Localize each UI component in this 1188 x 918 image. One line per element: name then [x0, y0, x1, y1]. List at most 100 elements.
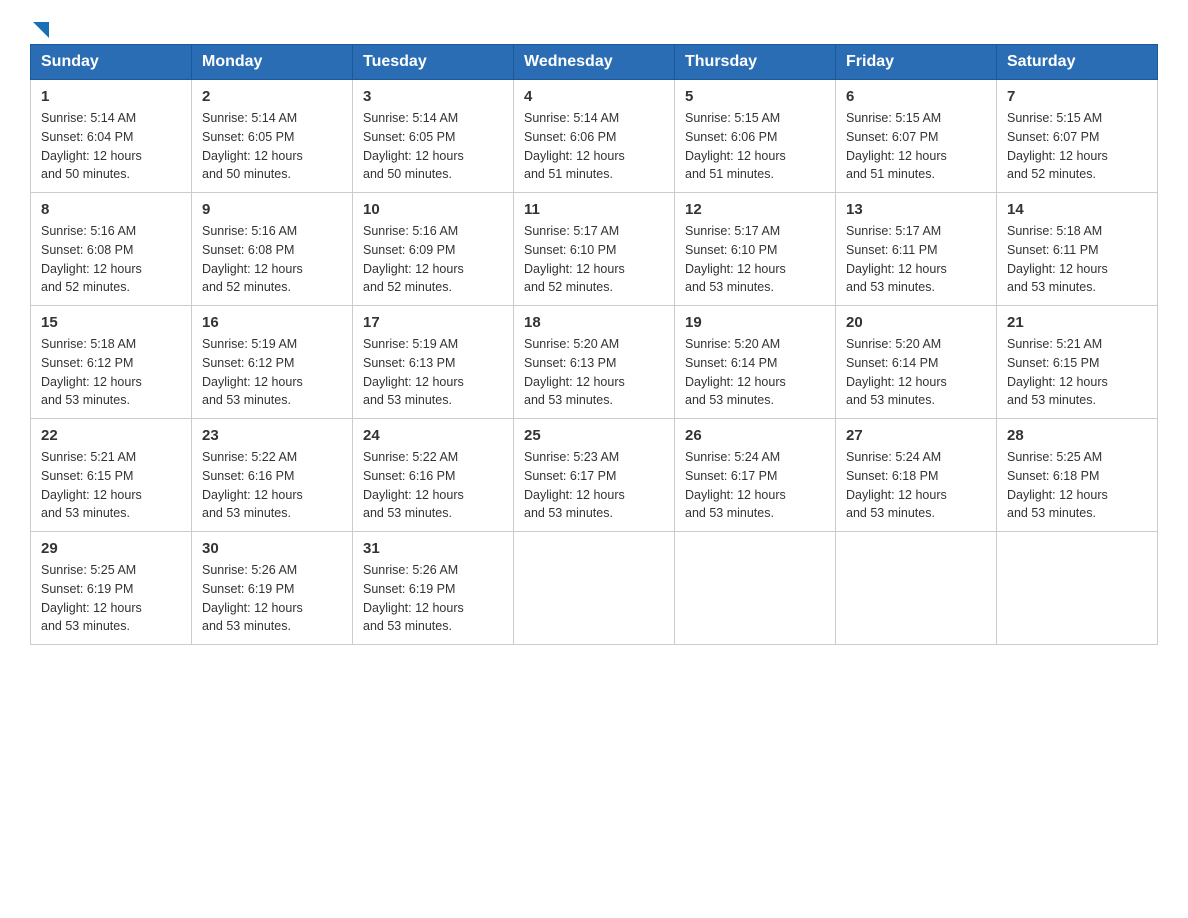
calendar-cell: 2 Sunrise: 5:14 AMSunset: 6:05 PMDayligh… [192, 80, 353, 193]
day-number: 17 [363, 314, 503, 331]
day-info: Sunrise: 5:20 AMSunset: 6:14 PMDaylight:… [846, 337, 947, 407]
day-info: Sunrise: 5:14 AMSunset: 6:05 PMDaylight:… [363, 111, 464, 181]
day-number: 12 [685, 201, 825, 218]
calendar-cell: 27 Sunrise: 5:24 AMSunset: 6:18 PMDaylig… [836, 419, 997, 532]
day-info: Sunrise: 5:24 AMSunset: 6:18 PMDaylight:… [846, 450, 947, 520]
calendar-cell: 21 Sunrise: 5:21 AMSunset: 6:15 PMDaylig… [997, 306, 1158, 419]
col-header-tuesday: Tuesday [353, 45, 514, 80]
day-number: 1 [41, 88, 181, 105]
day-number: 11 [524, 201, 664, 218]
calendar-cell: 17 Sunrise: 5:19 AMSunset: 6:13 PMDaylig… [353, 306, 514, 419]
day-number: 30 [202, 540, 342, 557]
week-row-3: 15 Sunrise: 5:18 AMSunset: 6:12 PMDaylig… [31, 306, 1158, 419]
day-info: Sunrise: 5:23 AMSunset: 6:17 PMDaylight:… [524, 450, 625, 520]
calendar-cell: 11 Sunrise: 5:17 AMSunset: 6:10 PMDaylig… [514, 193, 675, 306]
day-info: Sunrise: 5:15 AMSunset: 6:07 PMDaylight:… [846, 111, 947, 181]
calendar-header-row: SundayMondayTuesdayWednesdayThursdayFrid… [31, 45, 1158, 80]
calendar-cell: 28 Sunrise: 5:25 AMSunset: 6:18 PMDaylig… [997, 419, 1158, 532]
day-info: Sunrise: 5:16 AMSunset: 6:08 PMDaylight:… [202, 224, 303, 294]
calendar-cell [675, 532, 836, 645]
calendar-cell: 18 Sunrise: 5:20 AMSunset: 6:13 PMDaylig… [514, 306, 675, 419]
day-number: 25 [524, 427, 664, 444]
day-info: Sunrise: 5:14 AMSunset: 6:06 PMDaylight:… [524, 111, 625, 181]
day-number: 8 [41, 201, 181, 218]
day-info: Sunrise: 5:18 AMSunset: 6:11 PMDaylight:… [1007, 224, 1108, 294]
calendar-cell: 26 Sunrise: 5:24 AMSunset: 6:17 PMDaylig… [675, 419, 836, 532]
calendar-cell: 20 Sunrise: 5:20 AMSunset: 6:14 PMDaylig… [836, 306, 997, 419]
day-info: Sunrise: 5:20 AMSunset: 6:13 PMDaylight:… [524, 337, 625, 407]
calendar-cell: 1 Sunrise: 5:14 AMSunset: 6:04 PMDayligh… [31, 80, 192, 193]
col-header-wednesday: Wednesday [514, 45, 675, 80]
day-info: Sunrise: 5:21 AMSunset: 6:15 PMDaylight:… [1007, 337, 1108, 407]
col-header-saturday: Saturday [997, 45, 1158, 80]
calendar-cell: 13 Sunrise: 5:17 AMSunset: 6:11 PMDaylig… [836, 193, 997, 306]
calendar-cell: 30 Sunrise: 5:26 AMSunset: 6:19 PMDaylig… [192, 532, 353, 645]
day-number: 15 [41, 314, 181, 331]
day-info: Sunrise: 5:14 AMSunset: 6:04 PMDaylight:… [41, 111, 142, 181]
day-info: Sunrise: 5:19 AMSunset: 6:13 PMDaylight:… [363, 337, 464, 407]
day-info: Sunrise: 5:16 AMSunset: 6:08 PMDaylight:… [41, 224, 142, 294]
calendar-cell: 31 Sunrise: 5:26 AMSunset: 6:19 PMDaylig… [353, 532, 514, 645]
calendar-cell: 4 Sunrise: 5:14 AMSunset: 6:06 PMDayligh… [514, 80, 675, 193]
calendar-cell: 24 Sunrise: 5:22 AMSunset: 6:16 PMDaylig… [353, 419, 514, 532]
day-info: Sunrise: 5:17 AMSunset: 6:10 PMDaylight:… [685, 224, 786, 294]
day-info: Sunrise: 5:25 AMSunset: 6:19 PMDaylight:… [41, 563, 142, 633]
day-number: 22 [41, 427, 181, 444]
calendar-cell [836, 532, 997, 645]
day-number: 14 [1007, 201, 1147, 218]
day-info: Sunrise: 5:19 AMSunset: 6:12 PMDaylight:… [202, 337, 303, 407]
day-number: 10 [363, 201, 503, 218]
week-row-1: 1 Sunrise: 5:14 AMSunset: 6:04 PMDayligh… [31, 80, 1158, 193]
day-number: 18 [524, 314, 664, 331]
day-number: 9 [202, 201, 342, 218]
week-row-5: 29 Sunrise: 5:25 AMSunset: 6:19 PMDaylig… [31, 532, 1158, 645]
col-header-thursday: Thursday [675, 45, 836, 80]
day-number: 6 [846, 88, 986, 105]
day-number: 23 [202, 427, 342, 444]
col-header-sunday: Sunday [31, 45, 192, 80]
calendar-cell: 7 Sunrise: 5:15 AMSunset: 6:07 PMDayligh… [997, 80, 1158, 193]
day-info: Sunrise: 5:22 AMSunset: 6:16 PMDaylight:… [363, 450, 464, 520]
day-number: 31 [363, 540, 503, 557]
day-info: Sunrise: 5:15 AMSunset: 6:06 PMDaylight:… [685, 111, 786, 181]
calendar-table: SundayMondayTuesdayWednesdayThursdayFrid… [30, 44, 1158, 645]
calendar-cell: 3 Sunrise: 5:14 AMSunset: 6:05 PMDayligh… [353, 80, 514, 193]
day-number: 16 [202, 314, 342, 331]
calendar-cell: 29 Sunrise: 5:25 AMSunset: 6:19 PMDaylig… [31, 532, 192, 645]
day-number: 3 [363, 88, 503, 105]
day-info: Sunrise: 5:16 AMSunset: 6:09 PMDaylight:… [363, 224, 464, 294]
day-info: Sunrise: 5:17 AMSunset: 6:10 PMDaylight:… [524, 224, 625, 294]
day-number: 24 [363, 427, 503, 444]
calendar-cell: 6 Sunrise: 5:15 AMSunset: 6:07 PMDayligh… [836, 80, 997, 193]
day-info: Sunrise: 5:20 AMSunset: 6:14 PMDaylight:… [685, 337, 786, 407]
day-info: Sunrise: 5:21 AMSunset: 6:15 PMDaylight:… [41, 450, 142, 520]
day-info: Sunrise: 5:25 AMSunset: 6:18 PMDaylight:… [1007, 450, 1108, 520]
calendar-cell [514, 532, 675, 645]
page-header [30, 20, 1158, 34]
day-number: 27 [846, 427, 986, 444]
day-number: 19 [685, 314, 825, 331]
day-info: Sunrise: 5:14 AMSunset: 6:05 PMDaylight:… [202, 111, 303, 181]
calendar-cell: 10 Sunrise: 5:16 AMSunset: 6:09 PMDaylig… [353, 193, 514, 306]
calendar-cell: 14 Sunrise: 5:18 AMSunset: 6:11 PMDaylig… [997, 193, 1158, 306]
col-header-friday: Friday [836, 45, 997, 80]
day-number: 5 [685, 88, 825, 105]
day-info: Sunrise: 5:24 AMSunset: 6:17 PMDaylight:… [685, 450, 786, 520]
day-info: Sunrise: 5:26 AMSunset: 6:19 PMDaylight:… [202, 563, 303, 633]
calendar-cell: 23 Sunrise: 5:22 AMSunset: 6:16 PMDaylig… [192, 419, 353, 532]
calendar-cell: 12 Sunrise: 5:17 AMSunset: 6:10 PMDaylig… [675, 193, 836, 306]
week-row-2: 8 Sunrise: 5:16 AMSunset: 6:08 PMDayligh… [31, 193, 1158, 306]
day-number: 28 [1007, 427, 1147, 444]
calendar-cell: 9 Sunrise: 5:16 AMSunset: 6:08 PMDayligh… [192, 193, 353, 306]
logo [30, 20, 49, 34]
day-number: 13 [846, 201, 986, 218]
day-number: 7 [1007, 88, 1147, 105]
day-number: 29 [41, 540, 181, 557]
day-number: 20 [846, 314, 986, 331]
day-info: Sunrise: 5:26 AMSunset: 6:19 PMDaylight:… [363, 563, 464, 633]
calendar-cell [997, 532, 1158, 645]
week-row-4: 22 Sunrise: 5:21 AMSunset: 6:15 PMDaylig… [31, 419, 1158, 532]
calendar-cell: 8 Sunrise: 5:16 AMSunset: 6:08 PMDayligh… [31, 193, 192, 306]
calendar-cell: 25 Sunrise: 5:23 AMSunset: 6:17 PMDaylig… [514, 419, 675, 532]
calendar-cell: 5 Sunrise: 5:15 AMSunset: 6:06 PMDayligh… [675, 80, 836, 193]
